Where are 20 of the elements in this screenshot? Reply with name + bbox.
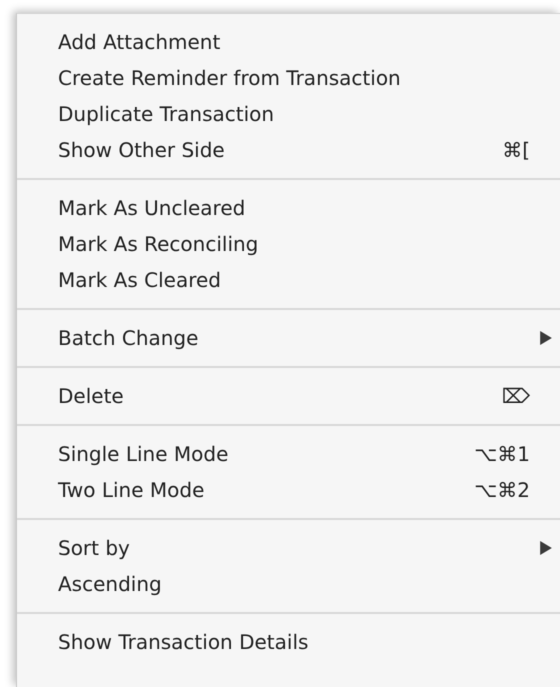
menu-item[interactable]: Mark As Reconciling (17, 226, 560, 262)
menu-item[interactable]: Show Transaction Details (17, 624, 560, 660)
submenu-arrow-icon (540, 331, 552, 345)
shortcut: ⌥⌘1 (474, 442, 530, 466)
menu-item[interactable]: Ascending (17, 566, 560, 602)
menu-item[interactable]: Duplicate Transaction (17, 96, 560, 132)
menu-item[interactable]: Mark As Cleared (17, 262, 560, 298)
menu-item[interactable]: Sort by (17, 530, 560, 566)
menu-item[interactable]: Batch Change (17, 320, 560, 356)
menu-item[interactable]: Two Line Mode ⌥⌘2 (17, 472, 560, 508)
shortcut: ⌦ (502, 384, 530, 408)
shortcut: ⌘[ (502, 138, 530, 162)
menu-item[interactable]: Show Other Side ⌘[ (17, 132, 560, 168)
shortcut: ⌥⌘2 (474, 478, 530, 502)
menu-item[interactable]: Mark As Uncleared (17, 190, 560, 226)
menu-item[interactable]: Single Line Mode ⌥⌘1 (17, 436, 560, 472)
submenu-arrow-icon (540, 541, 552, 555)
menu-item[interactable]: Add Attachment (17, 24, 560, 60)
menu-item[interactable]: Create Reminder from Transaction (17, 60, 560, 96)
menu-item[interactable]: Delete ⌦ (17, 378, 560, 414)
